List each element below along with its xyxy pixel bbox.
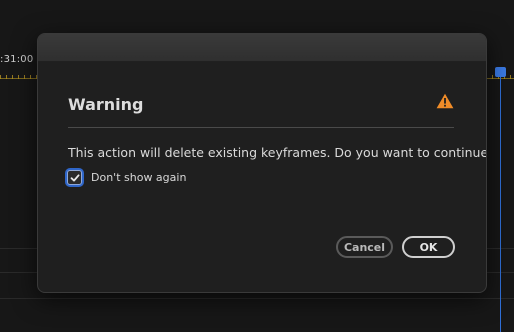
ok-button[interactable]: OK bbox=[402, 236, 455, 258]
checkbox-label[interactable]: Don't show again bbox=[91, 171, 186, 184]
dialog-message: This action will delete existing keyfram… bbox=[68, 145, 487, 160]
playhead-line[interactable] bbox=[500, 72, 501, 332]
dialog-titlebar[interactable] bbox=[38, 34, 486, 62]
dialog-title: Warning bbox=[68, 95, 144, 114]
cancel-button[interactable]: Cancel bbox=[336, 236, 393, 258]
timeline-timecode: :31:00 bbox=[0, 54, 34, 65]
dont-show-again-option[interactable]: Don't show again bbox=[67, 170, 186, 185]
checkmark-icon bbox=[70, 173, 79, 181]
playhead-handle[interactable] bbox=[495, 67, 506, 77]
warning-dialog: Warning This action will delete existing… bbox=[37, 33, 487, 293]
track-divider bbox=[0, 298, 514, 299]
warning-triangle-icon bbox=[436, 93, 454, 109]
dialog-divider bbox=[68, 127, 454, 128]
dont-show-again-checkbox[interactable] bbox=[67, 170, 82, 185]
